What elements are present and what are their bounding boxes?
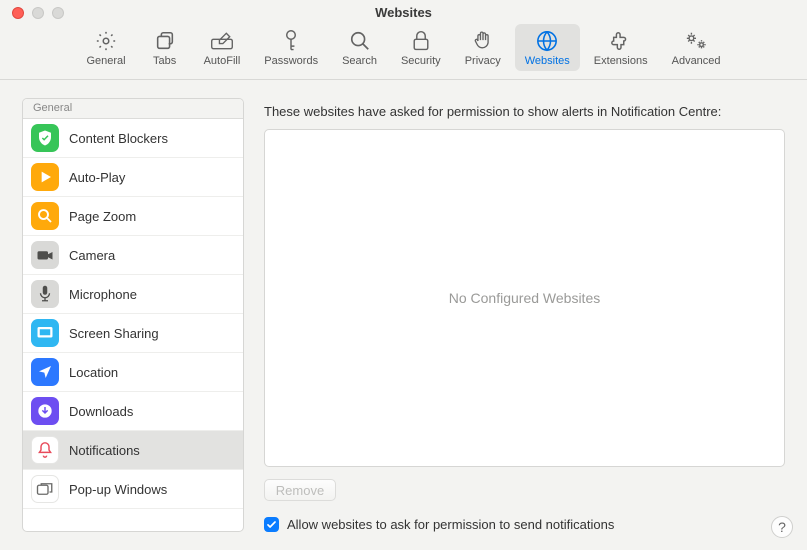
pencil-box-icon <box>210 29 234 53</box>
key-icon <box>281 29 301 53</box>
allow-ask-checkbox-row[interactable]: Allow websites to ask for permission to … <box>264 517 785 532</box>
location-arrow-icon <box>31 358 59 386</box>
tabs-icon <box>154 29 176 53</box>
toolbar-tabs[interactable]: Tabs <box>140 24 190 71</box>
sidebar-scroll[interactable]: Content Blockers Auto-Play Page Zoom Cam… <box>23 119 243 531</box>
sidebar-item-page-zoom[interactable]: Page Zoom <box>23 197 243 236</box>
toolbar-websites[interactable]: Websites <box>515 24 580 71</box>
sidebar-label: Auto-Play <box>69 170 125 185</box>
sidebar-section-header: General <box>23 99 243 119</box>
toolbar-security[interactable]: Security <box>391 24 451 71</box>
gear-icon <box>95 29 117 53</box>
websites-sidebar: General Content Blockers Auto-Play Page … <box>22 98 244 532</box>
maximize-window-button[interactable] <box>52 7 64 19</box>
content-area: General Content Blockers Auto-Play Page … <box>0 80 807 550</box>
toolbar-label: Passwords <box>264 55 318 67</box>
toolbar-label: Privacy <box>465 55 501 67</box>
globe-icon <box>536 29 558 53</box>
preferences-toolbar: General Tabs AutoFill Passwords <box>0 24 807 80</box>
bell-icon <box>31 436 59 464</box>
sidebar-item-auto-play[interactable]: Auto-Play <box>23 158 243 197</box>
window-title: Websites <box>375 5 432 20</box>
toolbar-privacy[interactable]: Privacy <box>455 24 511 71</box>
sidebar-label: Downloads <box>69 404 133 419</box>
empty-list-placeholder: No Configured Websites <box>449 290 600 306</box>
camera-icon <box>31 241 59 269</box>
help-button[interactable]: ? <box>771 516 793 538</box>
toolbar-extensions[interactable]: Extensions <box>584 24 658 71</box>
toolbar-label: Websites <box>525 55 570 67</box>
main-panel: These websites have asked for permission… <box>264 98 785 532</box>
toolbar-label: Extensions <box>594 55 648 67</box>
sidebar-item-location[interactable]: Location <box>23 353 243 392</box>
toolbar-passwords[interactable]: Passwords <box>254 24 328 71</box>
close-window-button[interactable] <box>12 7 24 19</box>
gears-icon <box>684 29 708 53</box>
play-icon <box>31 163 59 191</box>
sidebar-label: Page Zoom <box>69 209 136 224</box>
toolbar-search[interactable]: Search <box>332 24 387 71</box>
toolbar-label: Tabs <box>153 55 176 67</box>
configured-websites-list[interactable]: No Configured Websites <box>264 129 785 467</box>
sidebar-item-content-blockers[interactable]: Content Blockers <box>23 119 243 158</box>
sidebar-label: Camera <box>69 248 115 263</box>
magnifier-icon <box>31 202 59 230</box>
titlebar: Websites <box>0 0 807 24</box>
sidebar-label: Microphone <box>69 287 137 302</box>
sidebar-item-downloads[interactable]: Downloads <box>23 392 243 431</box>
toolbar-label: AutoFill <box>204 55 241 67</box>
sidebar-item-screen-sharing[interactable]: Screen Sharing <box>23 314 243 353</box>
checkbox-label: Allow websites to ask for permission to … <box>287 517 614 532</box>
toolbar-label: Search <box>342 55 377 67</box>
toolbar-label: Advanced <box>672 55 721 67</box>
sidebar-label: Content Blockers <box>69 131 168 146</box>
sidebar-item-popup-windows[interactable]: Pop-up Windows <box>23 470 243 509</box>
download-icon <box>31 397 59 425</box>
sidebar-label: Screen Sharing <box>69 326 159 341</box>
remove-button[interactable]: Remove <box>264 479 336 501</box>
toolbar-autofill[interactable]: AutoFill <box>194 24 251 71</box>
traffic-lights <box>12 7 64 19</box>
minimize-window-button[interactable] <box>32 7 44 19</box>
toolbar-general[interactable]: General <box>76 24 135 71</box>
screen-icon <box>31 319 59 347</box>
puzzle-icon <box>610 29 632 53</box>
panel-description: These websites have asked for permission… <box>264 98 785 119</box>
search-icon <box>349 29 371 53</box>
toolbar-label: General <box>86 55 125 67</box>
toolbar-advanced[interactable]: Advanced <box>662 24 731 71</box>
windows-icon <box>31 475 59 503</box>
sidebar-item-microphone[interactable]: Microphone <box>23 275 243 314</box>
shield-check-icon <box>31 124 59 152</box>
sidebar-label: Location <box>69 365 118 380</box>
sidebar-label: Notifications <box>69 443 140 458</box>
sidebar-item-camera[interactable]: Camera <box>23 236 243 275</box>
sidebar-label: Pop-up Windows <box>69 482 167 497</box>
under-list-controls: Remove Allow websites to ask for permiss… <box>264 479 785 532</box>
microphone-icon <box>31 280 59 308</box>
toolbar-label: Security <box>401 55 441 67</box>
hand-icon <box>473 29 493 53</box>
lock-icon <box>411 29 431 53</box>
sidebar-item-notifications[interactable]: Notifications <box>23 431 243 470</box>
checkbox-checked-icon[interactable] <box>264 517 279 532</box>
